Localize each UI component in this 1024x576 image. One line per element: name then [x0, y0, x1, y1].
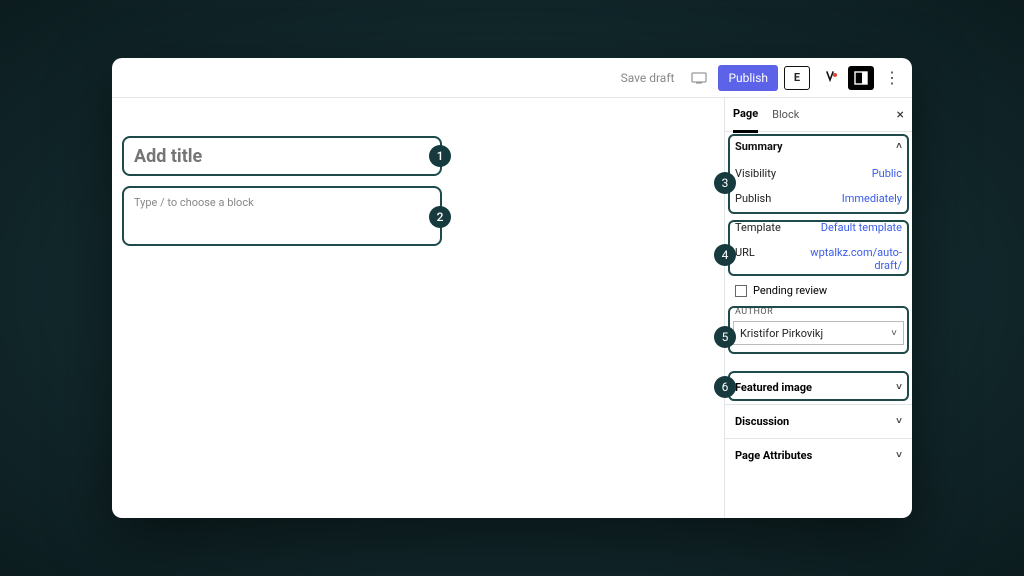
more-menu-icon[interactable]: ⋮	[880, 68, 904, 87]
yoast-icon[interactable]	[816, 66, 842, 90]
annotation-badge-1: 1	[429, 145, 451, 167]
annotation-badge-2: 2	[429, 206, 451, 228]
visibility-value[interactable]: Public	[872, 167, 902, 180]
url-label: URL	[735, 246, 755, 272]
visibility-label: Visibility	[735, 167, 776, 180]
summary-heading-label: Summary	[735, 140, 783, 153]
template-row: Template Default template	[725, 211, 912, 240]
pending-review-row[interactable]: Pending review	[725, 278, 912, 303]
top-toolbar: Save draft Publish E ⋮	[112, 58, 912, 98]
preview-icon[interactable]	[686, 66, 712, 90]
annotation-badge-3: 3	[714, 172, 736, 194]
featured-image-section[interactable]: Featured image ˅	[725, 371, 912, 404]
block-prompt-text: Type / to choose a block	[134, 196, 254, 209]
title-input-area[interactable]: 1	[122, 136, 442, 176]
settings-panel-icon[interactable]	[848, 66, 874, 90]
summary-heading[interactable]: Summary ˄	[725, 132, 912, 161]
chevron-up-icon: ˄	[896, 141, 902, 152]
template-value[interactable]: Default template	[821, 221, 902, 234]
page-attributes-section[interactable]: Page Attributes ˅	[725, 438, 912, 472]
page-attributes-label: Page Attributes	[735, 449, 812, 462]
annotation-badge-4: 4	[714, 244, 736, 266]
author-select[interactable]: Kristifor Pirkovikj ˅	[733, 321, 904, 345]
featured-image-panel-wrap: Featured image ˅ 6	[725, 371, 912, 404]
tab-page[interactable]: Page	[733, 97, 758, 133]
elementor-icon[interactable]: E	[784, 66, 810, 90]
settings-sidebar: Page Block × Summary ˄ Visibility Public…	[724, 98, 912, 518]
editor-window: Save draft Publish E ⋮ 1 Type / to choos…	[112, 58, 912, 518]
author-heading: AUTHOR	[725, 303, 912, 319]
url-row: URL wptalkz.com/auto-draft/	[725, 240, 912, 278]
pending-review-label: Pending review	[753, 284, 827, 297]
url-value[interactable]: wptalkz.com/auto-draft/	[807, 246, 902, 272]
sidebar-tabs: Page Block ×	[725, 98, 912, 132]
save-draft-link[interactable]: Save draft	[615, 67, 681, 89]
editor-canvas: 1 Type / to choose a block 2	[112, 98, 724, 518]
title-input[interactable]	[134, 146, 430, 167]
tab-block[interactable]: Block	[772, 98, 799, 131]
discussion-label: Discussion	[735, 415, 789, 428]
featured-image-label: Featured image	[735, 381, 812, 394]
author-value: Kristifor Pirkovikj	[740, 327, 823, 340]
chevron-down-icon: ˅	[891, 328, 897, 339]
annotation-badge-5: 5	[714, 326, 736, 348]
pending-review-checkbox[interactable]	[735, 285, 747, 297]
publish-label: Publish	[735, 192, 771, 205]
chevron-down-icon: ˅	[896, 450, 902, 461]
publish-row: Publish Immediately	[725, 186, 912, 211]
block-prompt-area[interactable]: Type / to choose a block 2	[122, 186, 442, 246]
chevron-down-icon: ˅	[896, 416, 902, 427]
visibility-row: Visibility Public	[725, 161, 912, 186]
close-sidebar-icon[interactable]: ×	[897, 107, 904, 123]
publish-value[interactable]: Immediately	[842, 192, 902, 205]
template-label: Template	[735, 221, 781, 234]
spacer	[725, 353, 912, 371]
publish-button[interactable]: Publish	[718, 65, 778, 91]
discussion-section[interactable]: Discussion ˅	[725, 404, 912, 438]
editor-body: 1 Type / to choose a block 2 Page Block …	[112, 98, 912, 518]
summary-panel: Summary ˄ Visibility Public Publish Imme…	[725, 132, 912, 353]
chevron-down-icon: ˅	[896, 382, 902, 393]
